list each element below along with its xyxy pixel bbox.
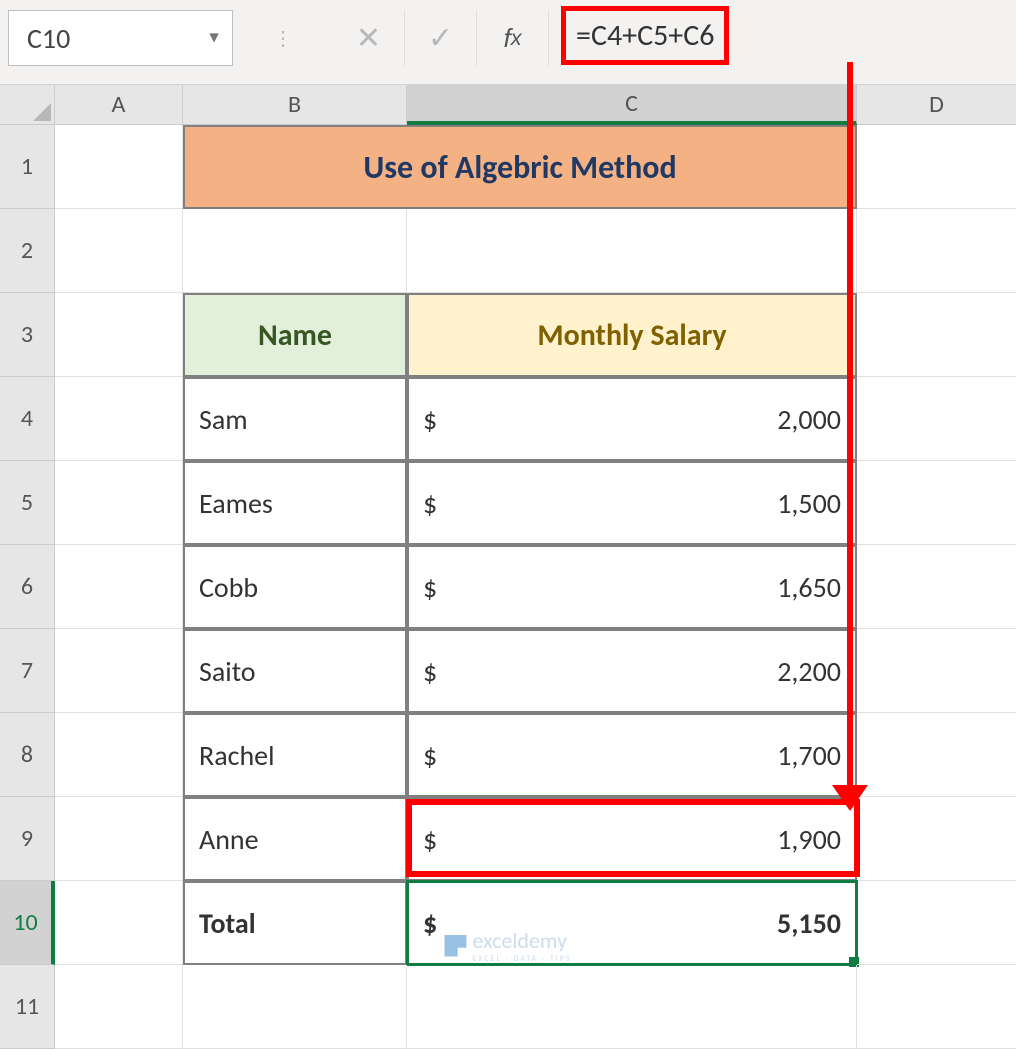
cell-B6[interactable]: Cobb bbox=[183, 545, 407, 629]
chevron-down-icon[interactable]: ▼ bbox=[206, 29, 222, 48]
cell-area: Use of Algebric Method Name Monthly Sala… bbox=[55, 125, 1016, 1049]
row-header-10[interactable]: 10 bbox=[0, 881, 55, 965]
row-header-6[interactable]: 6 bbox=[0, 545, 55, 629]
cell-A8[interactable] bbox=[55, 713, 183, 797]
watermark-brand: exceldemy bbox=[472, 927, 567, 954]
cell-D11[interactable] bbox=[857, 965, 1016, 1049]
cell-C9[interactable]: $1,900 bbox=[407, 797, 857, 881]
cell-C5[interactable]: $1,500 bbox=[407, 461, 857, 545]
cell-B7[interactable]: Saito bbox=[183, 629, 407, 713]
formula-input[interactable]: =C4+C5+C6 bbox=[549, 10, 1008, 66]
row-header-11[interactable]: 11 bbox=[0, 965, 55, 1049]
sheet-title: Use of Algebric Method bbox=[363, 148, 676, 187]
cell-B8[interactable]: Rachel bbox=[183, 713, 407, 797]
title-cell[interactable]: Use of Algebric Method bbox=[183, 125, 857, 209]
cell-D6[interactable] bbox=[857, 545, 1016, 629]
insert-function-button[interactable]: fx bbox=[477, 10, 549, 66]
row-header-1[interactable]: 1 bbox=[0, 125, 55, 209]
watermark-sub: EXCEL · DATA · TIPS bbox=[472, 954, 571, 964]
cell-D5[interactable] bbox=[857, 461, 1016, 545]
select-all-button[interactable] bbox=[0, 85, 55, 125]
formula-text: =C4+C5+C6 bbox=[576, 17, 714, 54]
col-header-A[interactable]: A bbox=[55, 85, 183, 125]
cell-A4[interactable] bbox=[55, 377, 183, 461]
cell-B4[interactable]: Sam bbox=[183, 377, 407, 461]
cell-C6[interactable]: $1,650 bbox=[407, 545, 857, 629]
cell-B9[interactable]: Anne bbox=[183, 797, 407, 881]
cell-A9[interactable] bbox=[55, 797, 183, 881]
cell-A2[interactable] bbox=[55, 209, 183, 293]
header-name[interactable]: Name bbox=[183, 293, 407, 377]
separator-dots: ⋮ bbox=[233, 26, 333, 51]
row-header-8[interactable]: 8 bbox=[0, 713, 55, 797]
cell-D1[interactable] bbox=[857, 125, 1016, 209]
row-header-3[interactable]: 3 bbox=[0, 293, 55, 377]
cell-A7[interactable] bbox=[55, 629, 183, 713]
cancel-button[interactable]: ✕ bbox=[333, 10, 405, 66]
cell-B2[interactable] bbox=[183, 209, 407, 293]
cell-B5[interactable]: Eames bbox=[183, 461, 407, 545]
cell-A3[interactable] bbox=[55, 293, 183, 377]
row-header-7[interactable]: 7 bbox=[0, 629, 55, 713]
cell-A10[interactable] bbox=[55, 881, 183, 965]
formula-highlight-box: =C4+C5+C6 bbox=[561, 6, 729, 65]
cell-A11[interactable] bbox=[55, 965, 183, 1049]
name-box-value: C10 bbox=[27, 21, 70, 56]
row-header-2[interactable]: 2 bbox=[0, 209, 55, 293]
cell-C2[interactable] bbox=[407, 209, 857, 293]
cell-B11[interactable] bbox=[183, 965, 407, 1049]
cell-C8[interactable]: $1,700 bbox=[407, 713, 857, 797]
cell-D10[interactable] bbox=[857, 881, 1016, 965]
formula-bar: C10 ▼ ⋮ ✕ ✓ fx =C4+C5+C6 bbox=[0, 0, 1016, 85]
annotation-arrow-line bbox=[847, 62, 853, 792]
col-header-C[interactable]: C bbox=[407, 85, 857, 125]
header-salary[interactable]: Monthly Salary bbox=[407, 293, 857, 377]
cell-D3[interactable] bbox=[857, 293, 1016, 377]
cell-C7[interactable]: $2,200 bbox=[407, 629, 857, 713]
cell-D4[interactable] bbox=[857, 377, 1016, 461]
col-header-D[interactable]: D bbox=[857, 85, 1016, 125]
cell-A6[interactable] bbox=[55, 545, 183, 629]
col-header-B[interactable]: B bbox=[183, 85, 407, 125]
cell-D8[interactable] bbox=[857, 713, 1016, 797]
cell-D7[interactable] bbox=[857, 629, 1016, 713]
cell-A1[interactable] bbox=[55, 125, 183, 209]
watermark-logo-icon bbox=[444, 935, 466, 957]
cell-B10[interactable]: Total bbox=[183, 881, 407, 965]
row-header-4[interactable]: 4 bbox=[0, 377, 55, 461]
row-header-9[interactable]: 9 bbox=[0, 797, 55, 881]
row-headers: 1 2 3 4 5 6 7 8 9 10 11 bbox=[0, 125, 55, 1049]
cell-C4[interactable]: $2,000 bbox=[407, 377, 857, 461]
annotation-arrow-head-icon bbox=[832, 785, 868, 811]
enter-button[interactable]: ✓ bbox=[405, 10, 477, 66]
row-header-5[interactable]: 5 bbox=[0, 461, 55, 545]
column-headers: A B C D bbox=[55, 85, 1016, 125]
cell-A5[interactable] bbox=[55, 461, 183, 545]
cell-D2[interactable] bbox=[857, 209, 1016, 293]
name-box[interactable]: C10 ▼ bbox=[8, 10, 233, 66]
cell-D9[interactable] bbox=[857, 797, 1016, 881]
cell-C11[interactable] bbox=[407, 965, 857, 1049]
watermark: exceldemy EXCEL · DATA · TIPS bbox=[444, 927, 571, 964]
